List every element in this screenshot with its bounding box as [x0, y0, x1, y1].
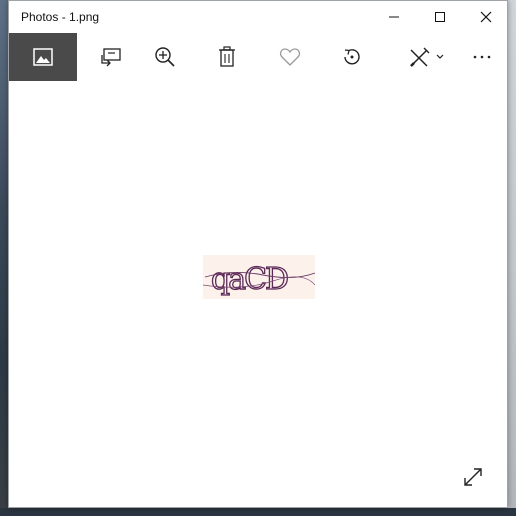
- image-viewer[interactable]: qaCD: [9, 81, 507, 507]
- photos-window: Photos - 1.png qaCD: [8, 0, 508, 508]
- more-icon: [473, 55, 491, 59]
- minimize-icon: [389, 16, 399, 18]
- edit-draw-icon: [410, 47, 444, 67]
- toolbar: [9, 33, 507, 81]
- heart-icon: [279, 48, 301, 66]
- expand-icon: [464, 468, 482, 486]
- more-options-button[interactable]: [455, 33, 509, 81]
- taskbar-edge: [0, 508, 516, 516]
- desktop-right-edge: [508, 0, 516, 516]
- image-icon: [33, 48, 53, 66]
- slideshow-button[interactable]: [81, 33, 141, 81]
- maximize-button[interactable]: [417, 1, 463, 33]
- captcha-text: qaCD: [211, 262, 288, 297]
- delete-icon: [219, 46, 235, 67]
- favorite-button[interactable]: [260, 33, 320, 81]
- minimize-button[interactable]: [371, 1, 417, 33]
- rotate-icon: [344, 49, 360, 65]
- slideshow-icon: [101, 48, 121, 67]
- maximize-icon: [435, 12, 445, 22]
- delete-button[interactable]: [197, 33, 257, 81]
- title-bar[interactable]: Photos - 1.png: [9, 1, 507, 33]
- desktop-left-edge: [0, 0, 8, 516]
- captcha-image: qaCD: [203, 261, 315, 298]
- window-title: Photos - 1.png: [21, 10, 100, 24]
- fullscreen-button[interactable]: [459, 463, 487, 491]
- close-button[interactable]: [463, 1, 509, 33]
- zoom-in-icon: [155, 47, 175, 67]
- displayed-image: qaCD: [203, 255, 315, 299]
- view-image-button[interactable]: [9, 33, 77, 81]
- zoom-in-button[interactable]: [135, 33, 195, 81]
- rotate-button[interactable]: [322, 33, 382, 81]
- edit-create-button[interactable]: [399, 33, 455, 81]
- close-icon: [480, 11, 492, 23]
